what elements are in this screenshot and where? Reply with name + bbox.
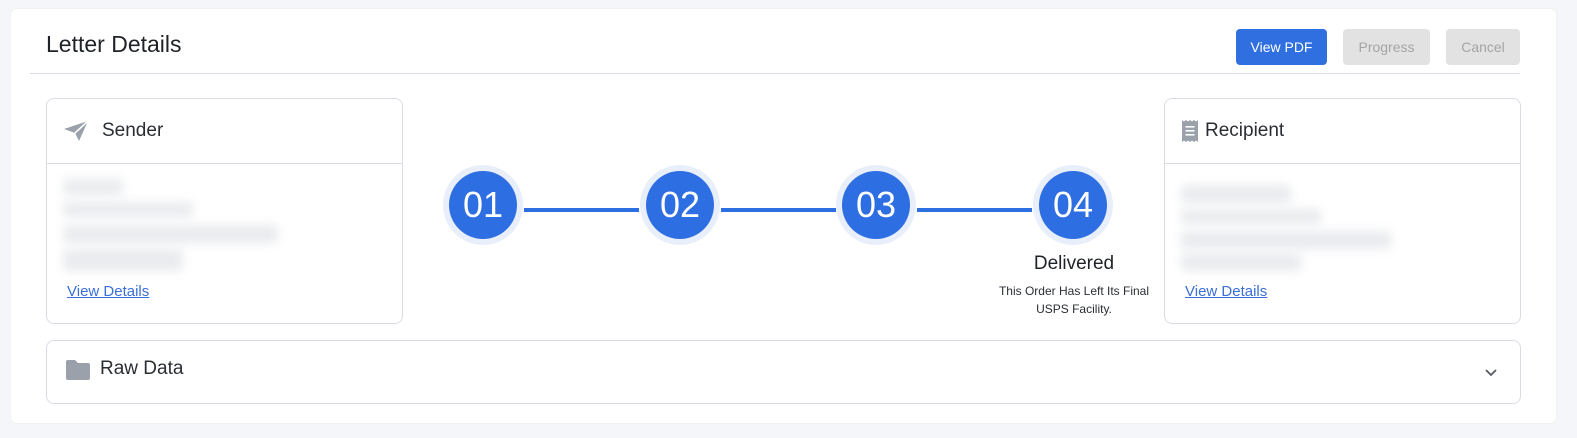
status-description: This Order Has Left Its Final USPS Facil…: [998, 284, 1150, 316]
recipient-panel: Recipient View Details: [1164, 98, 1521, 324]
step-2: 02: [640, 165, 720, 245]
redacted-text: [1181, 185, 1291, 203]
step-3: 03: [836, 165, 916, 245]
step-1: 01: [443, 165, 523, 245]
receipt-icon: [1181, 119, 1199, 143]
sender-title: Sender: [102, 120, 164, 141]
status-title: Delivered: [1033, 253, 1115, 274]
recipient-view-details-link[interactable]: View Details: [1185, 283, 1267, 300]
letter-details-card: Letter Details View PDF Progress Cancel …: [11, 9, 1556, 423]
step-number: 03: [842, 171, 910, 239]
redacted-text: [63, 249, 183, 271]
redacted-text: [1181, 209, 1321, 224]
header-divider: [30, 73, 1520, 74]
page-title: Letter Details: [46, 31, 182, 57]
progress-button[interactable]: Progress: [1343, 29, 1430, 65]
redacted-text: [1181, 231, 1391, 249]
redacted-text: [63, 202, 193, 217]
redacted-text: [63, 179, 123, 195]
raw-data-title: Raw Data: [100, 358, 184, 379]
recipient-panel-header: Recipient: [1165, 99, 1520, 164]
sender-panel: Sender View Details: [46, 98, 403, 324]
paper-plane-icon: [63, 120, 89, 142]
redacted-text: [1181, 253, 1301, 271]
step-number: 01: [449, 171, 517, 239]
step-connector: [524, 208, 639, 212]
sender-view-details-link[interactable]: View Details: [67, 283, 149, 300]
chevron-down-icon[interactable]: [1484, 365, 1498, 377]
raw-data-accordion[interactable]: Raw Data: [46, 340, 1521, 404]
step-connector: [917, 208, 1032, 212]
step-number: 02: [646, 171, 714, 239]
recipient-title: Recipient: [1205, 120, 1285, 141]
sender-panel-header: Sender: [47, 99, 402, 164]
view-pdf-button[interactable]: View PDF: [1236, 29, 1327, 65]
step-4: 04: [1033, 165, 1113, 245]
step-connector: [721, 208, 836, 212]
cancel-button[interactable]: Cancel: [1446, 29, 1520, 65]
redacted-text: [63, 225, 278, 243]
step-number: 04: [1039, 171, 1107, 239]
folder-icon: [65, 359, 91, 381]
